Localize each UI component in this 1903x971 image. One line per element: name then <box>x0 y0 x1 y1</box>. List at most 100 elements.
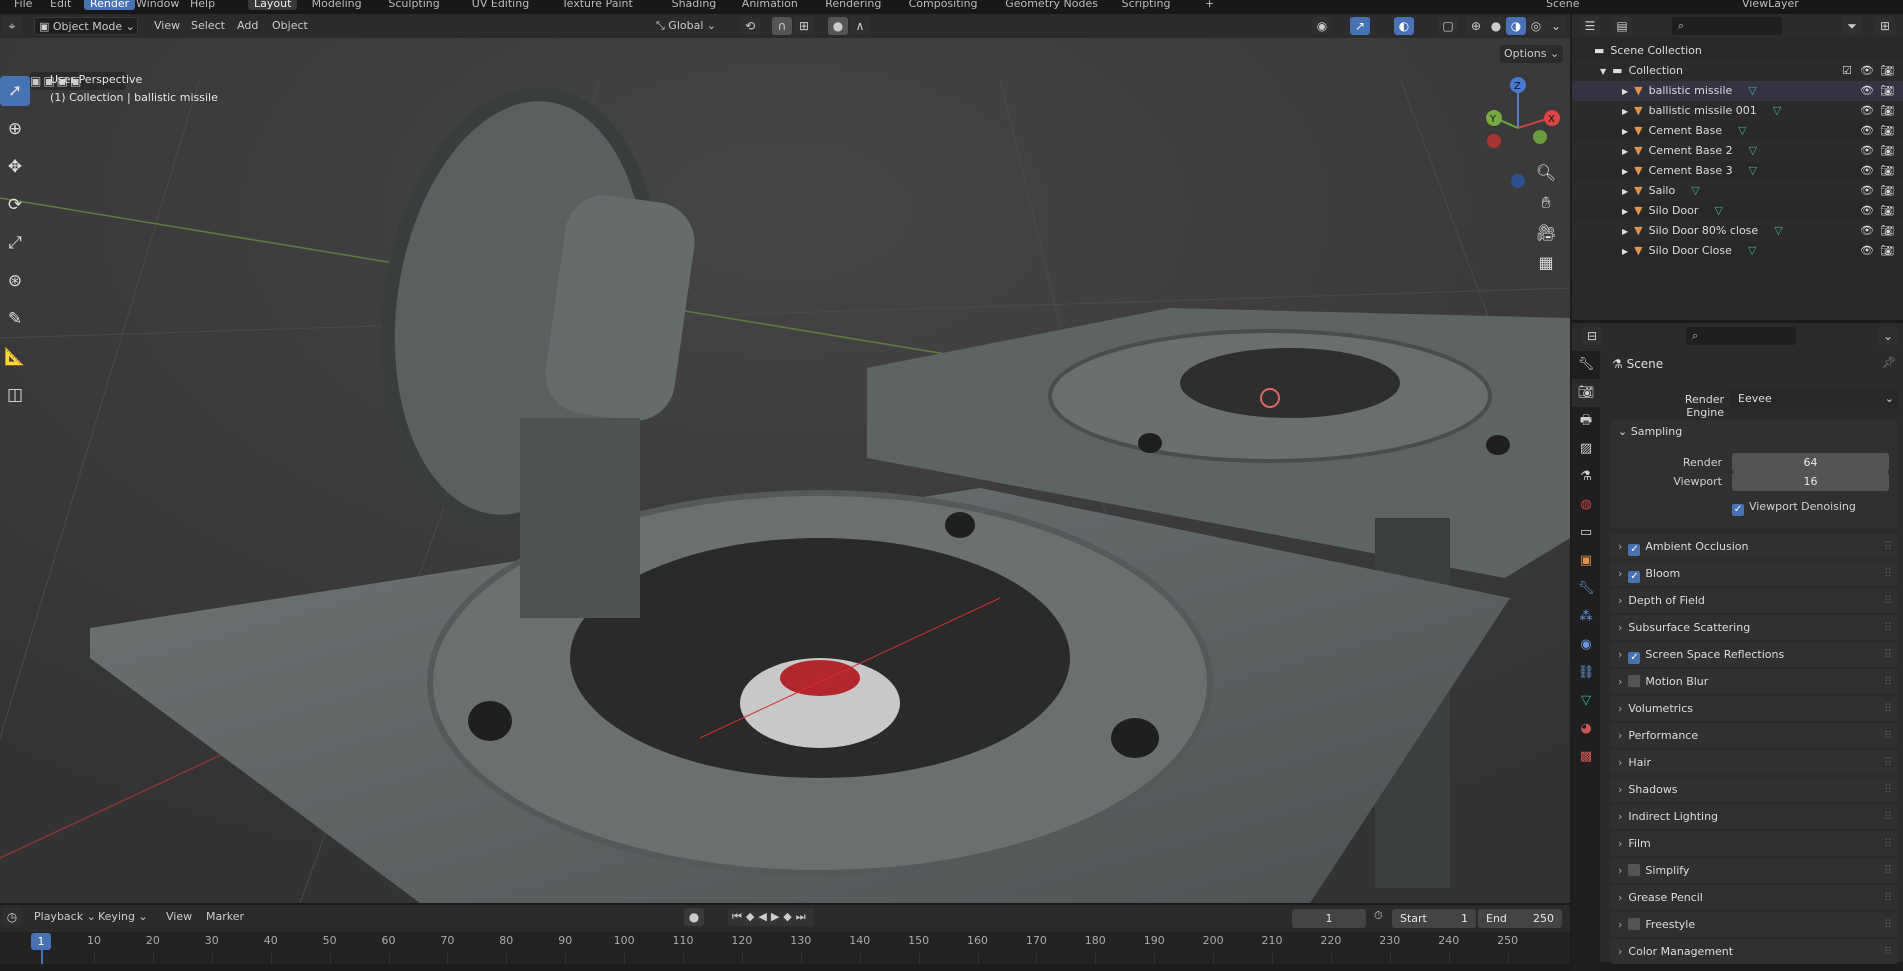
outliner-item[interactable]: ▶ ▼ Cement Base ▽ 👁︎ 📷︎ <box>1572 121 1903 141</box>
panel-enable-checkbox[interactable] <box>1628 864 1641 876</box>
texture-tab-icon[interactable]: ▩ <box>1572 743 1600 771</box>
rendered-shading-icon[interactable]: ◎ <box>1526 17 1546 35</box>
panel-enable-checkbox[interactable]: ✓ <box>1628 544 1641 556</box>
camera-icon[interactable]: 📷︎ <box>1880 221 1894 241</box>
object-tab-icon[interactable]: ▣ <box>1572 547 1600 575</box>
collection-tab-icon[interactable]: ▭ <box>1572 519 1600 547</box>
menu-window[interactable]: Window <box>136 0 179 10</box>
drag-handle-icon[interactable]: ⠿ <box>1884 777 1892 802</box>
panel-freestyle[interactable]: › Freestyle ⠿ <box>1610 912 1898 937</box>
expand-arrow-icon[interactable]: ▶ <box>1622 147 1628 156</box>
orientation-select[interactable]: ⤡ Global ⌄ <box>652 17 720 35</box>
mesh-data-icon[interactable]: ▽ <box>1738 124 1746 137</box>
camera-icon[interactable]: 📷︎ <box>1880 181 1894 201</box>
menu-add[interactable]: Add <box>233 17 262 35</box>
panel-screen-space-reflections[interactable]: › ✓ Screen Space Reflections ⠿ <box>1610 642 1898 667</box>
outliner-item[interactable]: ▶ ▼ Sailo ▽ 👁︎ 📷︎ <box>1572 181 1903 201</box>
zoom-icon[interactable]: 🔍︎ <box>1534 158 1558 188</box>
auto-keying-icon[interactable]: ● <box>684 908 704 926</box>
outliner-item[interactable]: ▶ ▼ ballistic missile ▽ 👁︎ 📷︎ <box>1572 81 1903 101</box>
panel-motion-blur[interactable]: › Motion Blur ⠿ <box>1610 669 1898 694</box>
gizmo-toggle-icon[interactable]: ↗ <box>1350 17 1370 35</box>
eye-icon[interactable]: 👁︎ <box>1860 121 1874 141</box>
output-tab-icon[interactable]: 🖶 <box>1572 407 1600 435</box>
expand-arrow-icon[interactable]: ▶ <box>1622 107 1628 116</box>
eye-icon[interactable]: 👁︎ <box>1860 101 1874 121</box>
panel-depth-of-field[interactable]: › Depth of Field ⠿ <box>1610 588 1898 613</box>
drag-handle-icon[interactable]: ⠿ <box>1884 642 1892 667</box>
visibility-icon[interactable]: ◉ <box>1312 17 1332 35</box>
cursor-tool-icon[interactable]: ⊕ <box>0 114 30 144</box>
panel-indirect-lighting[interactable]: › Indirect Lighting ⠿ <box>1610 804 1898 829</box>
overlay-toggle-icon[interactable]: ◐ <box>1394 17 1414 35</box>
outliner-scene-collection[interactable]: ▬ Scene Collection <box>1572 41 1903 61</box>
render-engine-select[interactable]: Eevee ⌄ <box>1730 389 1898 409</box>
xray-icon[interactable]: ▢ <box>1438 17 1458 35</box>
falloff-icon[interactable]: ∧ <box>850 17 870 35</box>
menu-select[interactable]: Select <box>187 17 229 35</box>
options-dropdown-icon[interactable]: ⌄ <box>1878 327 1898 345</box>
new-collection-icon[interactable]: ⊞ <box>1875 17 1895 35</box>
render-tab-icon[interactable]: 📷︎ <box>1572 379 1600 407</box>
view-layer-tab-icon[interactable]: ▨ <box>1572 435 1600 463</box>
mesh-data-icon[interactable]: ▽ <box>1749 144 1757 157</box>
tool-tab-icon[interactable]: 🔧︎ <box>1572 351 1600 379</box>
mesh-data-icon[interactable]: ▽ <box>1774 224 1782 237</box>
menu-file[interactable]: File <box>14 0 32 10</box>
mode-select[interactable]: ▣ Object Mode ⌄ <box>34 17 138 35</box>
editor-type-button[interactable]: ⌖ <box>2 17 22 35</box>
keying-menu[interactable]: Keying ⌄ <box>94 908 152 926</box>
camera-view-icon[interactable]: 🎥︎ <box>1534 218 1558 248</box>
drag-handle-icon[interactable]: ⠿ <box>1884 831 1892 856</box>
outliner-item[interactable]: ▶ ▼ Cement Base 3 ▽ 👁︎ 📷︎ <box>1572 161 1903 181</box>
scene-tab-icon[interactable]: ⚗ <box>1572 463 1600 491</box>
expand-arrow-icon[interactable]: ▶ <box>1622 247 1628 256</box>
measure-tool-icon[interactable]: 📐 <box>0 342 30 372</box>
snap-icon[interactable]: ∩ <box>772 17 792 35</box>
pivot-icon[interactable]: ⟲ <box>740 17 760 35</box>
sampling-header[interactable]: ⌄ Sampling <box>1618 425 1682 438</box>
expand-arrow-icon[interactable]: ▶ <box>1622 227 1628 236</box>
menu-edit[interactable]: Edit <box>50 0 71 10</box>
filter-icon[interactable]: ⏷ <box>1842 17 1862 35</box>
panel-volumetrics[interactable]: › Volumetrics ⠿ <box>1610 696 1898 721</box>
drag-handle-icon[interactable]: ⠿ <box>1884 858 1892 883</box>
expand-arrow-icon[interactable]: ▶ <box>1622 87 1628 96</box>
drag-handle-icon[interactable]: ⠿ <box>1884 939 1892 964</box>
panel-enable-checkbox[interactable] <box>1628 918 1641 930</box>
physics-tab-icon[interactable]: ◉ <box>1572 631 1600 659</box>
workspace-tab[interactable]: Layout <box>248 0 298 10</box>
workspace-tab[interactable]: Animation <box>742 0 798 10</box>
panel-hair[interactable]: › Hair ⠿ <box>1610 750 1898 775</box>
drag-handle-icon[interactable]: ⠿ <box>1884 696 1892 721</box>
scale-tool-icon[interactable]: ⤢ <box>0 228 30 258</box>
material-tab-icon[interactable]: ◕ <box>1572 715 1600 743</box>
start-frame-field[interactable]: Start 1 <box>1392 909 1476 928</box>
ortho-toggle-icon[interactable]: ▦ <box>1534 248 1558 278</box>
outliner-item[interactable]: ▶ ▼ Silo Door Close ▽ 👁︎ 📷︎ <box>1572 241 1903 261</box>
drag-handle-icon[interactable]: ⠿ <box>1884 669 1892 694</box>
editor-type-icon[interactable]: ⊟ <box>1582 327 1602 345</box>
panel-enable-checkbox[interactable] <box>1628 675 1641 687</box>
expand-arrow-icon[interactable]: ▶ <box>1622 127 1628 136</box>
eye-icon[interactable]: 👁︎ <box>1860 241 1874 261</box>
panel-shadows[interactable]: › Shadows ⠿ <box>1610 777 1898 802</box>
add-cube-tool-icon[interactable]: ◫ <box>0 380 30 410</box>
mesh-data-icon[interactable]: ▽ <box>1748 84 1756 97</box>
current-frame-field[interactable]: 1 <box>1292 909 1366 928</box>
mesh-data-icon[interactable]: ▽ <box>1714 204 1722 217</box>
playback-controls[interactable]: ⏮◆◀▶◆⏭ <box>728 908 814 926</box>
timeline-view-menu[interactable]: View <box>162 908 196 926</box>
material-shading-icon[interactable]: ◑ <box>1506 17 1526 35</box>
mesh-data-icon[interactable]: ▽ <box>1691 184 1699 197</box>
display-mode-icon[interactable]: ☰ <box>1580 17 1600 35</box>
drag-handle-icon[interactable]: ⠿ <box>1884 723 1892 748</box>
transform-tool-icon[interactable]: ⊛ <box>0 266 30 296</box>
eye-icon[interactable]: 👁︎ <box>1860 81 1874 101</box>
outliner-item[interactable]: ▶ ▼ Cement Base 2 ▽ 👁︎ 📷︎ <box>1572 141 1903 161</box>
solid-shading-icon[interactable]: ● <box>1486 17 1506 35</box>
camera-icon[interactable]: 📷︎ <box>1880 141 1894 161</box>
panel-enable-checkbox[interactable]: ✓ <box>1628 652 1641 664</box>
playhead[interactable]: 1 <box>31 933 51 950</box>
panel-ambient-occlusion[interactable]: › ✓ Ambient Occlusion ⠿ <box>1610 534 1898 559</box>
